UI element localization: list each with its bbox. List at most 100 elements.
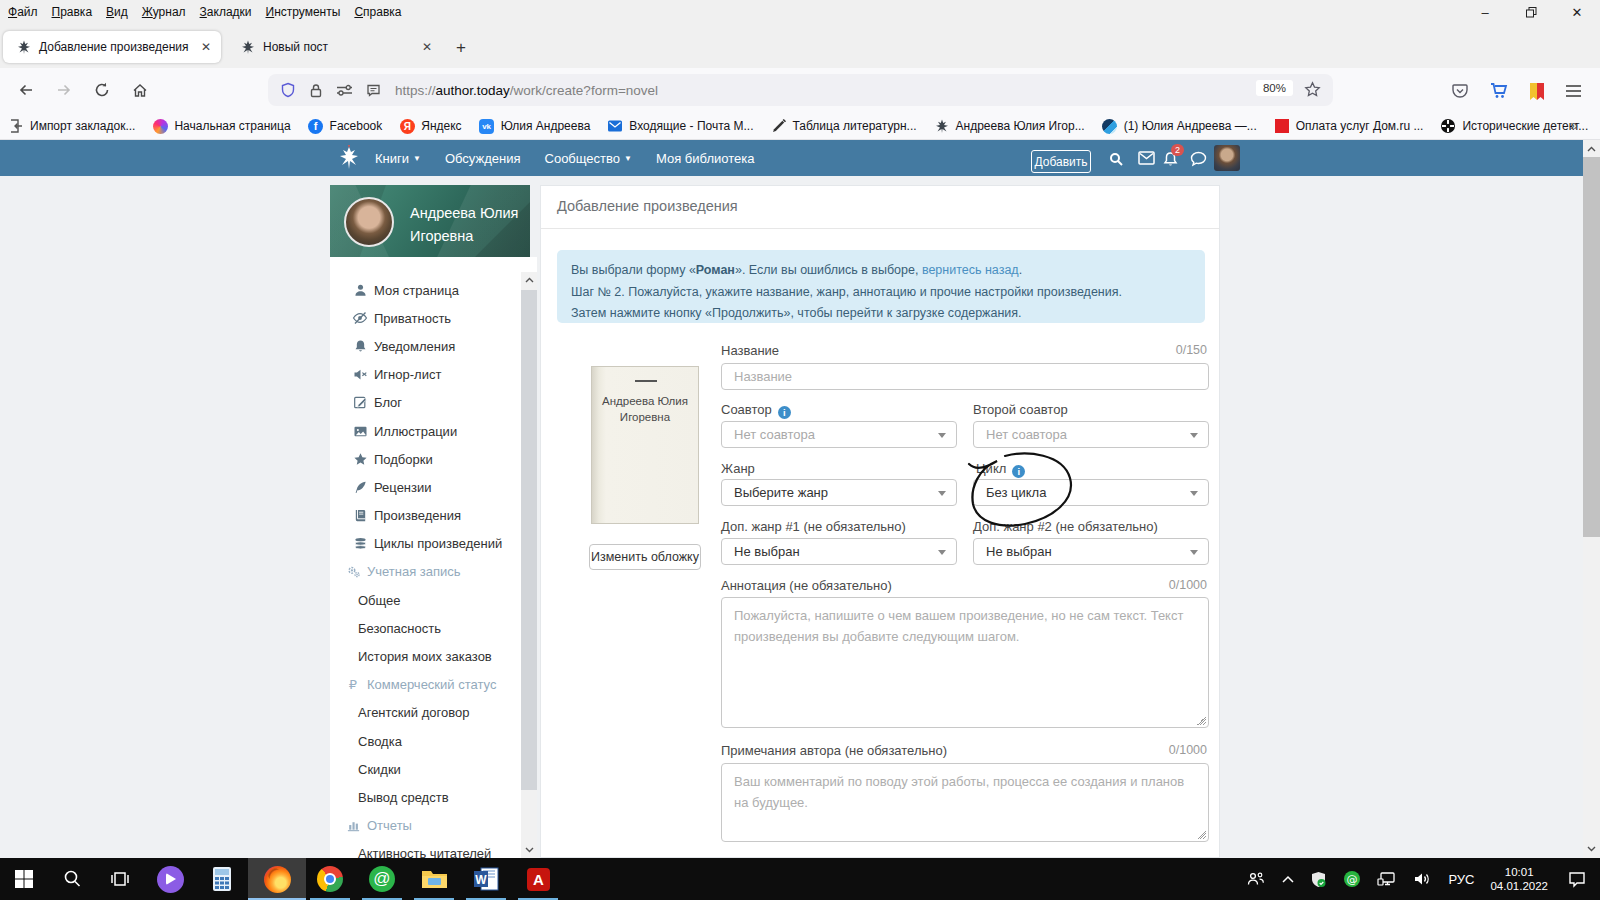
sidebar-item-общее[interactable]: Общее [330,586,521,614]
menu-закладки[interactable]: Закладки [200,5,252,19]
add-button[interactable]: Добавить [1031,150,1091,173]
taskbar-start-icon[interactable] [0,858,48,900]
scroll-up-icon[interactable] [1583,141,1599,157]
taskbar-taskview-icon[interactable] [96,858,144,900]
menu-вид[interactable]: Вид [106,5,128,19]
taskbar-explorer-icon[interactable] [410,858,458,900]
site-nav-моя-библиотека[interactable]: Моя библиотека [656,151,754,166]
search-icon[interactable] [1108,151,1124,167]
back-button[interactable] [18,82,34,98]
defender-icon[interactable] [1310,871,1327,888]
close-button[interactable]: ✕ [1554,0,1600,24]
bookmark-item[interactable]: fFacebook [308,118,383,134]
scroll-down-icon[interactable] [521,842,537,858]
taskbar-mailagent-icon[interactable]: @ [358,858,406,900]
site-nav-сообщество[interactable]: Сообщество▼ [545,151,632,166]
coauthor-select[interactable]: Нет соавтора [721,421,957,448]
bookmark-item[interactable]: (1) Юлия Андреева —... [1102,118,1257,134]
info-icon[interactable]: i [778,406,791,419]
zoom-level-badge[interactable]: 80% [1256,80,1293,96]
taskbar-search-icon[interactable] [48,858,96,900]
tray-expand-icon[interactable] [1282,875,1294,883]
sidebar-scrollbar[interactable] [521,272,537,858]
sidebar-item-отчеты[interactable]: Отчеты [330,812,521,840]
sidebar-item-моя-страница[interactable]: Моя страница [330,276,521,304]
sidebar-item-история-моих-заказов[interactable]: История моих заказов [330,642,521,670]
people-icon[interactable] [1246,871,1266,887]
tab-2[interactable]: Новый пост ✕ [232,31,442,63]
genre-select[interactable]: Выберите жанр [721,479,957,506]
taskbar-chrome-icon[interactable] [306,858,354,900]
pocket-icon[interactable] [1451,82,1469,100]
home-button[interactable] [132,82,148,98]
tab-close-icon[interactable]: ✕ [191,40,221,54]
site-logo[interactable] [334,143,364,173]
bookmark-item[interactable]: Входящие - Почта М... [607,118,753,134]
hamburger-menu-icon[interactable] [1565,84,1582,98]
site-nav-обсуждения[interactable]: Обсуждения [445,151,521,166]
scrollbar-thumb[interactable] [521,290,537,790]
menu-правка[interactable]: Правка [52,5,93,19]
sidebar-item-вывод-средств[interactable]: Вывод средств [330,783,521,811]
taskbar-yandex-icon[interactable] [146,858,194,900]
cart-icon[interactable] [1489,81,1509,101]
taskbar-calculator-icon[interactable] [198,858,246,900]
network-icon[interactable] [1377,871,1397,887]
restore-button[interactable] [1508,0,1554,24]
tab-close-icon[interactable]: ✕ [412,40,442,54]
sidebar-item-безопасность[interactable]: Безопасность [330,614,521,642]
bookmark-item[interactable]: Начальная страница [152,118,290,134]
chat-icon[interactable] [1190,151,1206,167]
info-icon[interactable]: i [1012,465,1025,478]
annotation-textarea[interactable]: Пожалуйста, напишите о чем вашем произве… [721,597,1209,728]
clock[interactable]: 10:01 04.01.2022 [1490,865,1548,893]
sidebar-item-сводка[interactable]: Сводка [330,727,521,755]
sidebar-item-иллюстрации[interactable]: Иллюстрации [330,417,521,445]
scroll-down-icon[interactable] [1583,841,1599,857]
extra-genre2-select[interactable]: Не выбран [973,538,1209,565]
lock-icon[interactable] [309,83,323,98]
language-indicator[interactable]: РУС [1448,872,1474,887]
coauthor2-select[interactable]: Нет соавтора [973,421,1209,448]
message-icon[interactable] [366,83,381,98]
sidebar-item-игнор-лист[interactable]: Игнор-лист [330,361,521,389]
sidebar-item-коммерческий-статус[interactable]: ₽Коммерческий статус [330,671,521,699]
bookmark-item[interactable]: Андреева Юлия Игор... [934,118,1085,134]
sidebar-item-приватность[interactable]: Приватность [330,304,521,332]
sidebar-item-агентский-договор[interactable]: Агентский договор [330,699,521,727]
bookmark-item[interactable]: Импорт закладок... [8,118,135,134]
bookmarks-manager-icon[interactable] [1529,82,1545,101]
new-tab-button[interactable]: + [456,38,466,58]
profile-card[interactable]: Андреева Юлия Игоревна [330,185,530,257]
shield-icon[interactable] [280,82,296,98]
notes-textarea[interactable]: Ваш комментарий по поводу этой работы, п… [721,763,1209,842]
sidebar-item-активность-читателей[interactable]: Активность читателей [330,840,521,858]
bookmark-item[interactable]: Исторические детект... [1440,118,1588,134]
menu-файл[interactable]: Файл [8,5,38,19]
sidebar-item-скидки[interactable]: Скидки [330,755,521,783]
sidebar-item-блог[interactable]: Блог [330,389,521,417]
sidebar-item-циклы-произведений[interactable]: Циклы произведений [330,530,521,558]
permissions-icon[interactable] [336,83,353,97]
site-nav-книги[interactable]: Книги▼ [375,151,421,166]
bookmark-item[interactable]: Таблица литературн... [771,118,917,134]
scroll-up-icon[interactable] [521,272,537,288]
action-center-icon[interactable] [1568,871,1586,888]
tab-active[interactable]: Добавление произведения ✕ [3,31,221,63]
bookmark-item[interactable]: vkЮлия Андреева [479,118,591,134]
scrollbar-thumb[interactable] [1583,157,1600,537]
minimize-button[interactable]: – [1462,0,1508,24]
extra-genre1-select[interactable]: Не выбран [721,538,957,565]
sidebar-item-учетная-запись[interactable]: Учетная запись [330,558,521,586]
cycle-select[interactable]: Без цикла [973,479,1209,506]
volume-icon[interactable] [1413,871,1432,887]
go-back-link[interactable]: вернитесь назад [922,263,1019,277]
menu-инструменты[interactable]: Инструменты [266,5,341,19]
taskbar-word-icon[interactable]: W [462,858,510,900]
sidebar-item-рецензии[interactable]: Рецензии [330,473,521,501]
bookmark-item[interactable]: ЯЯндекс [399,118,461,134]
change-cover-button[interactable]: Изменить обложку [589,544,701,570]
menu-справка[interactable]: Справка [354,5,401,19]
menu-журнал[interactable]: Журнал [142,5,186,19]
bookmark-item[interactable]: Оплата услуг Дом.ru ... [1274,118,1424,134]
